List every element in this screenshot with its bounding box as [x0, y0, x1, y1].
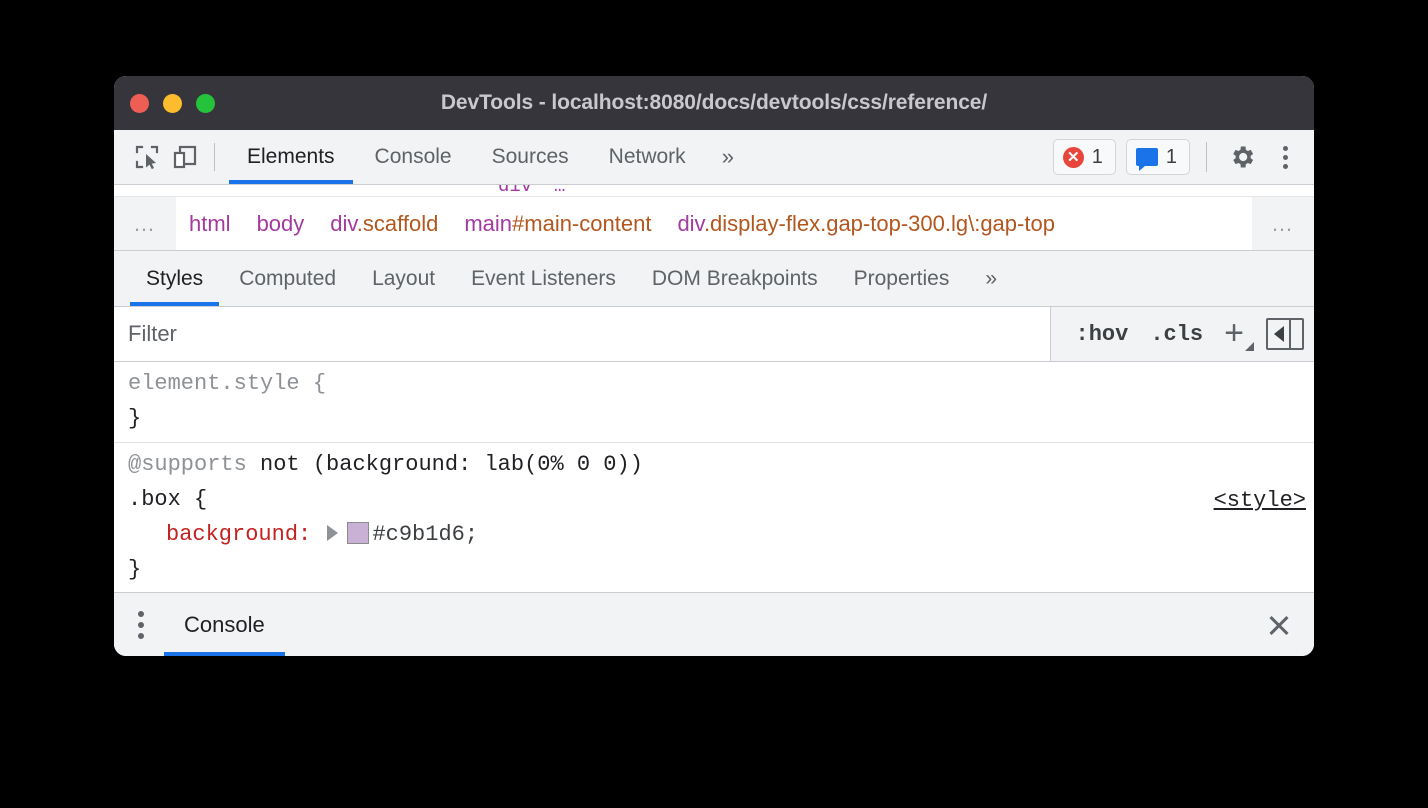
console-drawer: Console	[114, 592, 1314, 656]
color-swatch[interactable]	[347, 522, 369, 544]
tab-elements[interactable]: Elements	[227, 130, 355, 184]
breadcrumb-item-main-content[interactable]: main#main-content	[451, 211, 664, 237]
error-count-badge[interactable]: ✕ 1	[1053, 139, 1116, 175]
tab-elements-label: Elements	[247, 145, 335, 169]
breadcrumb-overflow-left[interactable]: …	[114, 197, 176, 250]
breadcrumb-overflow-right[interactable]: …	[1252, 197, 1314, 250]
breadcrumb-item-main-content-tag: main	[464, 211, 512, 236]
styles-rules-pane: element.style { } @supports not (backgro…	[114, 362, 1314, 595]
supports-at-rule: @supports not (background: lab(0% 0 0))	[114, 447, 1314, 482]
gear-icon[interactable]	[1223, 138, 1261, 176]
toggle-element-state-button[interactable]: :hov	[1065, 322, 1140, 347]
window-titlebar: DevTools - localhost:8080/docs/devtools/…	[114, 76, 1314, 130]
tab-sources[interactable]: Sources	[472, 130, 589, 184]
message-bubble-icon	[1136, 148, 1158, 166]
breadcrumb-item-main-content-selector: #main-content	[512, 211, 651, 236]
dom-fragment-2: …	[554, 185, 565, 196]
sidebar-tabs: Styles Computed Layout Event Listeners D…	[114, 251, 1314, 307]
filter-input[interactable]	[114, 307, 1050, 361]
window-title: DevTools - localhost:8080/docs/devtools/…	[114, 91, 1314, 115]
tab-layout[interactable]: Layout	[354, 251, 453, 306]
close-icon	[1267, 613, 1291, 637]
tab-event-listeners[interactable]: Event Listeners	[453, 251, 634, 306]
box-selector[interactable]: .box {	[114, 482, 1314, 517]
new-style-rule-label: +	[1224, 314, 1244, 352]
toolbar-right-group: ✕ 1 1	[1053, 138, 1314, 176]
toolbar-divider	[214, 143, 215, 171]
message-count-badge[interactable]: 1	[1126, 139, 1190, 175]
tab-console[interactable]: Console	[355, 130, 472, 184]
filter-tools: :hov .cls +	[1051, 318, 1314, 350]
new-style-rule-button[interactable]: +	[1214, 321, 1260, 347]
close-window-button[interactable]	[130, 94, 149, 113]
breadcrumb: … html body div.scaffold main#main-conte…	[114, 197, 1314, 251]
devtools-toolbar: Elements Console Sources Network » ✕ 1	[114, 130, 1314, 185]
more-sidebar-tabs-button[interactable]: »	[967, 251, 1013, 306]
devtools-window: DevTools - localhost:8080/docs/devtools/…	[114, 76, 1314, 656]
declaration-background-name[interactable]: background:	[166, 522, 311, 547]
error-circle-icon: ✕	[1063, 147, 1084, 168]
tab-sources-label: Sources	[492, 145, 569, 169]
zoom-window-button[interactable]	[196, 94, 215, 113]
tab-properties-label: Properties	[854, 267, 950, 291]
breadcrumb-item-div-display-flex-selector: .display-flex.gap-top-300.lg\:gap-top	[704, 211, 1055, 236]
declaration-background-value[interactable]: #c9b1d6;	[372, 522, 478, 547]
dom-tree-clipped-row: div …	[114, 185, 1314, 197]
panel-tabs: Elements Console Sources Network »	[227, 130, 748, 184]
toolbar-divider-2	[1206, 142, 1207, 172]
expand-triangle-icon[interactable]	[327, 525, 338, 541]
tab-network-label: Network	[609, 145, 686, 169]
breadcrumb-item-html[interactable]: html	[176, 211, 244, 237]
kebab-menu-icon[interactable]	[1271, 146, 1300, 169]
breadcrumb-item-html-tag: html	[189, 211, 231, 236]
declaration-background[interactable]: background: #c9b1d6;	[114, 517, 1314, 552]
dom-fragment-1: div	[498, 185, 532, 196]
style-rule-box[interactable]: @supports not (background: lab(0% 0 0)) …	[114, 442, 1314, 593]
breadcrumb-item-body-tag: body	[257, 211, 305, 236]
more-panels-button[interactable]: »	[706, 130, 748, 184]
error-count-value: 1	[1092, 146, 1103, 169]
tab-styles[interactable]: Styles	[128, 251, 221, 306]
computed-sidebar-toggle-icon[interactable]	[1266, 318, 1304, 350]
close-drawer-button[interactable]	[1244, 593, 1314, 656]
drawer-kebab-menu-icon[interactable]	[114, 593, 164, 656]
tab-computed[interactable]: Computed	[221, 251, 354, 306]
breadcrumb-item-div-scaffold-selector: .scaffold	[357, 211, 439, 236]
chevron-down-icon	[1245, 342, 1254, 351]
message-count-value: 1	[1166, 146, 1177, 169]
inspect-element-icon[interactable]	[128, 138, 166, 176]
element-style-close-brace: }	[114, 401, 1314, 436]
element-style-selector[interactable]: element.style {	[114, 366, 1314, 401]
tab-network[interactable]: Network	[589, 130, 706, 184]
breadcrumb-item-body[interactable]: body	[244, 211, 318, 237]
styles-filter-bar: :hov .cls +	[114, 307, 1314, 362]
tab-dom-breakpoints-label: DOM Breakpoints	[652, 267, 818, 291]
tab-styles-label: Styles	[146, 267, 203, 291]
tab-computed-label: Computed	[239, 267, 336, 291]
breadcrumb-item-div-display-flex-tag: div	[677, 211, 704, 236]
drawer-tab-console[interactable]: Console	[164, 593, 285, 656]
tab-properties[interactable]: Properties	[836, 251, 968, 306]
style-origin-link[interactable]: <style>	[1214, 483, 1306, 518]
minimize-window-button[interactable]	[163, 94, 182, 113]
toggle-arrow-icon	[1274, 326, 1284, 342]
tab-event-listeners-label: Event Listeners	[471, 267, 616, 291]
box-close-brace: }	[114, 552, 1314, 587]
screenshot-root: DevTools - localhost:8080/docs/devtools/…	[0, 0, 1428, 808]
supports-keyword: @supports	[128, 452, 247, 477]
style-rule-element-style[interactable]: element.style { }	[114, 362, 1314, 442]
traffic-lights	[130, 94, 215, 113]
device-toolbar-icon[interactable]	[166, 138, 204, 176]
toggle-class-button[interactable]: .cls	[1139, 322, 1214, 347]
breadcrumb-item-div-scaffold[interactable]: div.scaffold	[317, 211, 451, 237]
breadcrumb-item-div-scaffold-tag: div	[330, 211, 357, 236]
tab-dom-breakpoints[interactable]: DOM Breakpoints	[634, 251, 836, 306]
tab-layout-label: Layout	[372, 267, 435, 291]
breadcrumb-item-div-display-flex[interactable]: div.display-flex.gap-top-300.lg\:gap-top	[664, 211, 1068, 237]
tab-console-label: Console	[375, 145, 452, 169]
drawer-tab-console-label: Console	[184, 612, 265, 638]
supports-condition: not (background: lab(0% 0 0))	[247, 452, 643, 477]
